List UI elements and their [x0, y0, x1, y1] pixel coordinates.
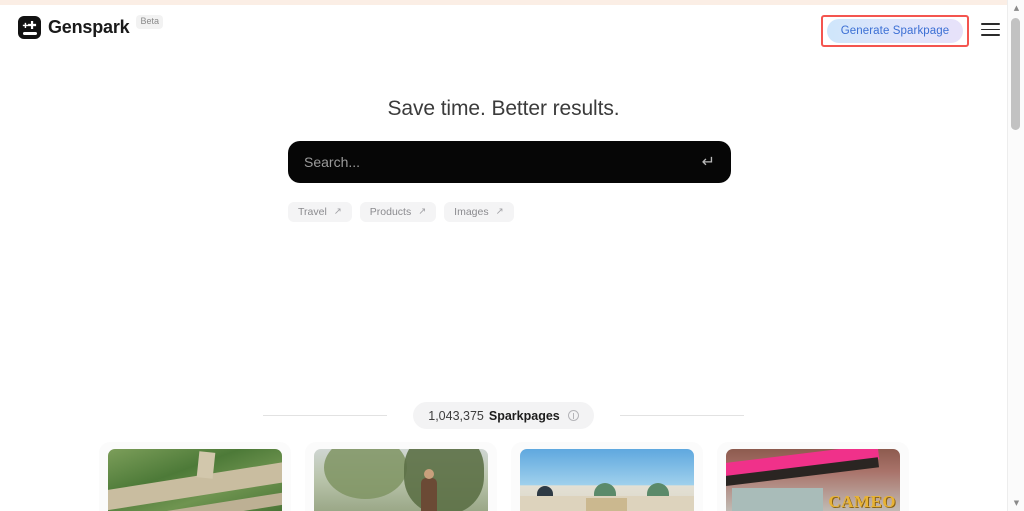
hamburger-line-3: [981, 34, 1000, 36]
sparkle-large-icon: ✚: [27, 18, 37, 32]
palace-dome-right: [646, 482, 669, 496]
site-header: ✚ ✚ Genspark Beta Generate Sparkpage: [0, 5, 1007, 53]
page-canvas: ✚ ✚ Genspark Beta Generate Sparkpage Sav…: [0, 5, 1007, 511]
palace-dome-left: [536, 485, 553, 496]
generate-sparkpage-button[interactable]: Generate Sparkpage: [827, 19, 963, 43]
palace-facade: [519, 495, 694, 511]
storefront-window: [732, 488, 823, 511]
chip-products[interactable]: Products ↗: [359, 202, 437, 222]
enter-return-icon[interactable]: ↵: [694, 154, 715, 170]
sparkpage-card[interactable]: CAMEO: [716, 442, 909, 511]
palace-dome-center: [594, 482, 617, 496]
great-wall-of-china-image: [107, 449, 282, 511]
sparkpage-card[interactable]: [304, 442, 497, 511]
arrow-up-right-icon: ↗: [495, 206, 504, 217]
sparkpage-card-grid: CAMEO: [0, 442, 1007, 511]
beta-badge: Beta: [136, 15, 163, 29]
sparkpage-card[interactable]: [98, 442, 291, 511]
brand-name: Genspark: [48, 17, 130, 37]
scrollbar-thumb[interactable]: [1011, 18, 1020, 130]
chip-images[interactable]: Images ↗: [444, 202, 514, 222]
divider-right: [619, 415, 744, 416]
chip-travel[interactable]: Travel ↗: [288, 202, 352, 222]
sparkpages-count: 1,043,375: [428, 408, 484, 423]
search-input[interactable]: [304, 154, 694, 170]
hamburger-line-2: [981, 28, 1000, 31]
hofburg-palace-image: [519, 449, 694, 511]
scroll-up-arrow-icon[interactable]: ▲: [1008, 4, 1024, 12]
cameo-storefront-image: CAMEO: [725, 449, 900, 511]
sparkpages-label: Sparkpages: [488, 408, 560, 423]
sparkpages-counter[interactable]: 1,043,375 Sparkpages: [413, 402, 594, 429]
info-circle-icon[interactable]: [567, 410, 579, 421]
chip-label: Travel: [298, 206, 327, 218]
arrow-up-right-icon: ↗: [418, 206, 427, 217]
hamburger-line-1: [981, 23, 1000, 25]
sparkle-small-icon: ✚: [22, 21, 29, 30]
hamburger-menu-icon[interactable]: [981, 23, 1000, 36]
vertical-scrollbar[interactable]: ▲ ▼: [1007, 0, 1024, 511]
divider-left: [263, 415, 388, 416]
sparkpage-card[interactable]: [510, 442, 703, 511]
sparkle-card-icon: ✚ ✚: [18, 16, 41, 39]
page-title: Save time. Better results.: [387, 97, 620, 120]
person-among-trees-image: [313, 449, 488, 511]
person-figure: [421, 468, 438, 511]
suggestion-chips: Travel ↗ Products ↗ Images ↗: [288, 202, 514, 222]
cameo-sign-text: CAMEO: [828, 492, 897, 511]
brand-logo[interactable]: ✚ ✚ Genspark Beta: [18, 14, 163, 40]
search-bar[interactable]: ↵: [288, 141, 731, 183]
chip-label: Images: [454, 206, 489, 218]
chip-label: Products: [369, 206, 412, 218]
sparkpages-counter-row: 1,043,375 Sparkpages: [0, 402, 1007, 429]
scroll-down-arrow-icon[interactable]: ▼: [1008, 499, 1024, 507]
arrow-up-right-icon: ↗: [333, 206, 342, 217]
logo-bar: [22, 32, 37, 35]
